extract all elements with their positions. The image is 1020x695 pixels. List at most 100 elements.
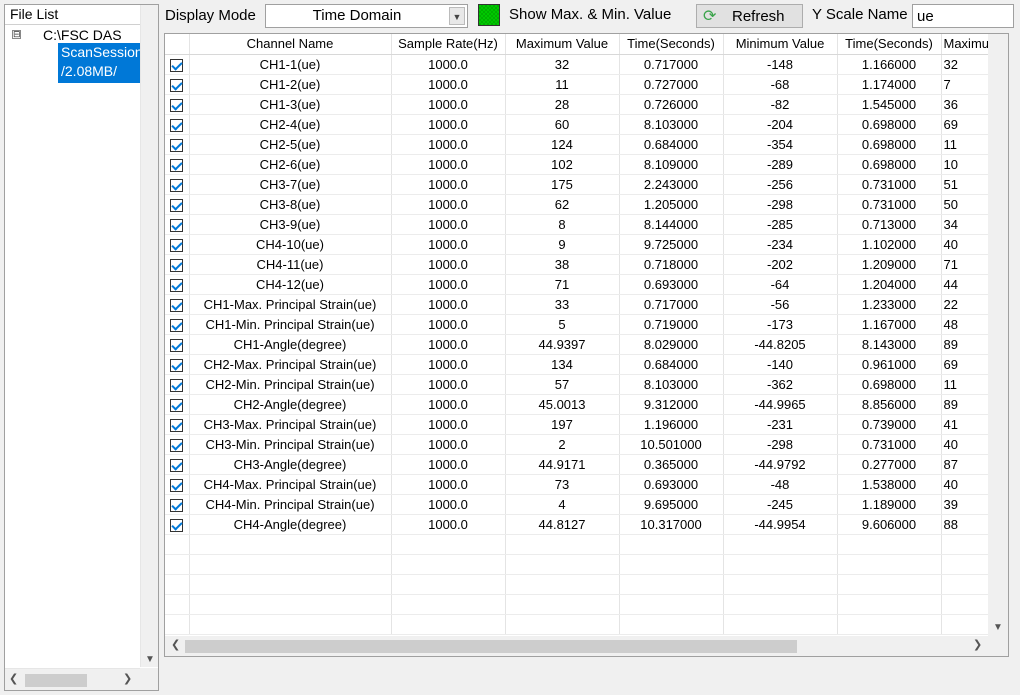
scroll-thumb[interactable] <box>185 640 797 653</box>
y-scale-name-input[interactable] <box>912 4 1014 28</box>
table-row[interactable]: CH2-Max. Principal Strain(ue) 1000.0 134 0.… <box>165 354 989 375</box>
file-list-vertical-scrollbar[interactable]: ▼ <box>140 5 158 667</box>
minimum-value-cell: -234 <box>723 234 838 255</box>
row-checkbox[interactable] <box>170 318 184 332</box>
column-header-sample-rate[interactable]: Sample Rate(Hz) <box>391 34 506 55</box>
row-checkbox[interactable] <box>170 398 184 412</box>
sample-rate-cell: 1000.0 <box>391 314 506 335</box>
row-checkbox[interactable] <box>170 118 184 132</box>
empty-cell <box>837 594 942 615</box>
row-checkbox[interactable] <box>170 478 184 492</box>
table-row[interactable]: CH3-8(ue) 1000.0 62 1.205000 -298 0.731000 50 <box>165 194 989 215</box>
table-row[interactable]: CH3-7(ue) 1000.0 175 2.243000 -256 0.731000 51 <box>165 174 989 195</box>
table-row[interactable]: CH1-3(ue) 1000.0 28 0.726000 -82 1.545000 36 <box>165 94 989 115</box>
scroll-down-icon[interactable]: ▼ <box>993 622 1003 633</box>
table-row[interactable]: CH3-Angle(degree) 1000.0 44.9171 0.365000 -4… <box>165 454 989 475</box>
channel-name-cell: CH3-Angle(degree) <box>189 454 392 475</box>
empty-cell <box>619 614 724 635</box>
chevron-down-icon[interactable]: ▼ <box>449 7 465 25</box>
refresh-button[interactable]: ⟳ Refresh <box>696 4 803 28</box>
min-time-cell: 8.856000 <box>837 394 942 415</box>
tree-root-label[interactable]: C:\FSC DAS <box>43 25 122 45</box>
table-row[interactable]: CH4-Min. Principal Strain(ue) 1000.0 4 9.69… <box>165 494 989 515</box>
table-row[interactable]: CH2-Angle(degree) 1000.0 45.0013 9.312000 -4… <box>165 394 989 415</box>
table-row[interactable]: CH1-Max. Principal Strain(ue) 1000.0 33 0.7… <box>165 294 989 315</box>
display-mode-dropdown[interactable]: Time Domain ▼ <box>265 4 468 28</box>
scroll-right-icon[interactable]: ❯ <box>973 638 982 651</box>
table-row[interactable]: CH2-4(ue) 1000.0 60 8.103000 -204 0.698000 69 <box>165 114 989 135</box>
max-time-cell: 8.109000 <box>619 154 724 175</box>
minimum-value-cell: -148 <box>723 54 838 75</box>
row-select-cell <box>165 54 190 75</box>
table-row[interactable]: CH3-Max. Principal Strain(ue) 1000.0 197 1.… <box>165 414 989 435</box>
row-checkbox[interactable] <box>170 178 184 192</box>
table-row[interactable]: CH4-Max. Principal Strain(ue) 1000.0 73 0.6… <box>165 474 989 495</box>
min-time-cell: 0.698000 <box>837 374 942 395</box>
scroll-left-icon[interactable]: ❮ <box>9 672 18 685</box>
column-header-maximum-value-2[interactable]: Maximum Value <box>941 34 989 55</box>
scroll-left-icon[interactable]: ❮ <box>171 638 180 651</box>
row-checkbox[interactable] <box>170 498 184 512</box>
grid-horizontal-scrollbar[interactable]: ❮ ❯ <box>165 636 989 656</box>
tree-item-scan-session[interactable]: ScanSession /2.08MB/ <box>58 43 140 83</box>
row-select-cell <box>165 174 190 195</box>
row-checkbox[interactable] <box>170 198 184 212</box>
table-row[interactable]: CH2-5(ue) 1000.0 124 0.684000 -354 0.698000 11 <box>165 134 989 155</box>
row-checkbox[interactable] <box>170 278 184 292</box>
empty-cell <box>189 534 392 555</box>
table-row[interactable]: CH4-Angle(degree) 1000.0 44.8127 10.317000-… <box>165 514 989 535</box>
row-checkbox[interactable] <box>170 518 184 532</box>
table-row[interactable]: CH4-10(ue) 1000.0 9 9.725000 -234 1.102000 40 <box>165 234 989 255</box>
row-checkbox[interactable] <box>170 358 184 372</box>
row-checkbox[interactable] <box>170 158 184 172</box>
table-row[interactable]: CH4-11(ue) 1000.0 38 0.718000 -202 1.209000 71 <box>165 254 989 275</box>
row-checkbox[interactable] <box>170 378 184 392</box>
column-header-maximum-value[interactable]: Maximum Value <box>505 34 620 55</box>
row-checkbox[interactable] <box>170 298 184 312</box>
grid-vertical-scrollbar[interactable]: ▼ <box>988 34 1008 636</box>
table-row[interactable]: CH1-1(ue) 1000.0 32 0.717000 -148 1.166000 32 <box>165 54 989 75</box>
refresh-icon: ⟳ <box>703 8 717 25</box>
table-row[interactable]: CH1-2(ue) 1000.0 11 0.727000 -68 1.174000 7 <box>165 74 989 95</box>
row-checkbox[interactable] <box>170 238 184 252</box>
row-checkbox[interactable] <box>170 438 184 452</box>
scroll-thumb[interactable] <box>25 674 87 687</box>
max-time-cell: 0.719000 <box>619 314 724 335</box>
table-row[interactable]: CH4-12(ue) 1000.0 71 0.693000 -64 1.204000 44 <box>165 274 989 295</box>
scroll-right-icon[interactable]: ❯ <box>123 672 132 685</box>
column-header-select[interactable] <box>165 34 190 55</box>
row-checkbox[interactable] <box>170 98 184 112</box>
column-header-minimum-value[interactable]: Minimum Value <box>723 34 838 55</box>
file-list-horizontal-scrollbar[interactable]: ❮ ❯ <box>5 668 141 690</box>
column-header-channel-name[interactable]: Channel Name <box>189 34 392 55</box>
empty-cell <box>723 614 838 635</box>
row-checkbox[interactable] <box>170 258 184 272</box>
tree-root-node[interactable]: ⊟ C:\FSC DAS <box>5 25 140 45</box>
row-checkbox[interactable] <box>170 338 184 352</box>
min-time-cell: 1.545000 <box>837 94 942 115</box>
minimum-value-cell: -298 <box>723 194 838 215</box>
maximum-value-2-cell: 41 <box>941 414 989 435</box>
table-row[interactable]: CH2-6(ue) 1000.0 102 8.109000 -289 0.698000 10 <box>165 154 989 175</box>
show-maxmin-color-toggle[interactable] <box>478 4 500 26</box>
tree-collapse-icon[interactable]: ⊟ <box>12 30 21 39</box>
scroll-down-icon[interactable]: ▼ <box>145 654 155 665</box>
row-select-cell <box>165 394 190 415</box>
file-list-header: File List <box>5 5 158 25</box>
empty-cell <box>391 614 506 635</box>
column-header-max-time[interactable]: Time(Seconds) <box>619 34 724 55</box>
table-row[interactable]: CH1-Min. Principal Strain(ue) 1000.0 5 0.71… <box>165 314 989 335</box>
table-row[interactable]: CH1-Angle(degree) 1000.0 44.9397 8.029000 -4… <box>165 334 989 355</box>
table-row[interactable]: CH3-Min. Principal Strain(ue) 1000.0 2 10.5… <box>165 434 989 455</box>
table-row[interactable]: CH3-9(ue) 1000.0 8 8.144000 -285 0.713000 34 <box>165 214 989 235</box>
row-checkbox[interactable] <box>170 138 184 152</box>
row-checkbox[interactable] <box>170 58 184 72</box>
row-checkbox[interactable] <box>170 78 184 92</box>
row-checkbox[interactable] <box>170 418 184 432</box>
row-checkbox[interactable] <box>170 458 184 472</box>
column-header-min-time[interactable]: Time(Seconds) <box>837 34 942 55</box>
channel-name-cell: CH1-Min. Principal Strain(ue) <box>189 314 392 335</box>
row-checkbox[interactable] <box>170 218 184 232</box>
table-row[interactable]: CH2-Min. Principal Strain(ue) 1000.0 57 8.1… <box>165 374 989 395</box>
maximum-value-2-cell: 7 <box>941 74 989 95</box>
